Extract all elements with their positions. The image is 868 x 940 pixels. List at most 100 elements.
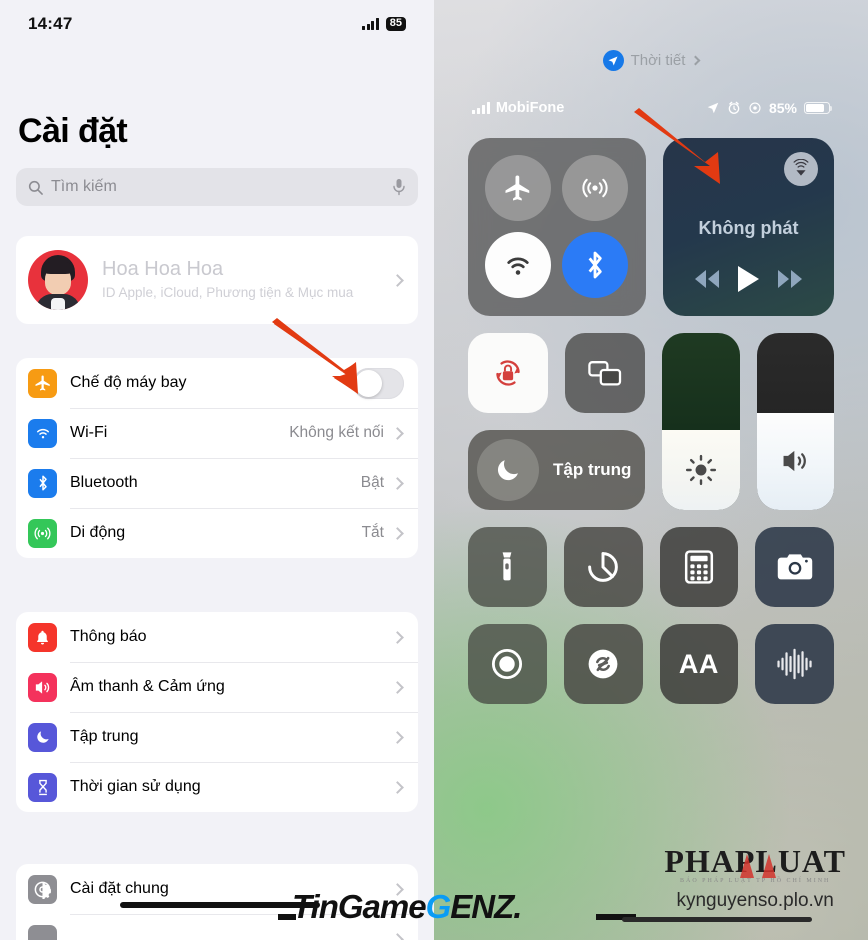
setting-label: Âm thanh & Cảm ứng [70,678,225,695]
bluetooth-button[interactable] [561,231,628,298]
control-center-pane: Thời tiết MobiFone 85% Không phát Tập tr… [434,0,868,940]
chevron-right-icon [391,426,404,440]
shazam-icon [588,649,618,679]
setting-value: Bật [360,474,384,491]
brightness-slider[interactable] [662,333,740,510]
setting-row-wifi[interactable]: Wi-Fi Không kết nối [16,408,418,458]
battery-icon [804,101,833,115]
microphone-icon[interactable] [392,178,406,196]
rotation-lock-icon [749,102,761,114]
chevron-right-icon [391,630,404,644]
cellular-data-button[interactable] [561,155,628,221]
search-placeholder: Tìm kiếm [51,178,117,195]
moon-icon [28,722,57,752]
cc-small-buttons [468,333,645,413]
connectivity-module [468,138,646,316]
watermark-tingamegenz: TinGameGENZ. [292,888,522,925]
settings-group-notifications: Thông báo Âm thanh & Cảm ứng Tập trung T… [16,612,418,812]
speaker-icon [28,672,57,702]
airplane-mode-button[interactable] [485,155,551,221]
setting-row-focus[interactable]: Tập trung [16,712,418,762]
cellular-icon [28,518,57,548]
battery-percent: 85% [768,100,797,116]
gear-icon [28,874,57,904]
status-bar: 14:47 85 [0,0,434,48]
home-indicator-right [622,917,812,922]
camera-icon [777,554,812,580]
timer-button[interactable] [563,527,643,607]
wifi-icon [28,418,57,448]
chevron-right-icon [391,730,404,744]
cc-row-3 [468,527,834,607]
timer-icon [588,552,618,582]
setting-value: Không kết nối [289,424,384,441]
chevron-right-icon [391,932,404,940]
focus-label: Tập trung [553,460,632,479]
screen-record-icon [492,648,523,680]
calculator-button[interactable] [659,527,739,607]
calculator-icon [684,550,713,584]
shazam-button[interactable] [563,624,643,704]
weather-label: Thời tiết [630,52,686,69]
setting-row-cellular[interactable]: Di động Tắt [16,508,418,558]
airplay-icon[interactable] [784,152,818,186]
text-size-label: AA [678,648,719,679]
account-row[interactable]: Hoa Hoa Hoa ID Apple, iCloud, Phương tiệ… [16,236,418,324]
bell-icon [28,622,57,652]
watermark-phapluat: PHAPLUAT BÁO PHÁP LUẬT TP HỒ CHÍ MINH ky… [664,845,846,912]
account-text: Hoa Hoa Hoa ID Apple, iCloud, Phương tiệ… [102,258,379,302]
volume-slider[interactable] [756,333,834,510]
cc-left-column: Tập trung [468,333,645,510]
setting-row-notifications[interactable]: Thông báo [16,612,418,662]
annotation-arrow-right [634,108,720,184]
focus-button[interactable]: Tập trung [468,430,645,510]
setting-label: Tập trung [70,728,139,745]
hourglass-icon [28,772,57,802]
home-indicator-left [120,902,320,908]
watermark-brand: PHAPLUAT [664,843,846,879]
setting-label: Di động [70,524,126,541]
account-subtitle: ID Apple, iCloud, Phương tiện & Mục mua [102,285,354,301]
setting-value: Tắt [361,524,384,541]
chevron-right-icon [690,55,701,66]
screen-mirroring-button[interactable] [565,333,645,413]
camera-button[interactable] [755,527,834,607]
account-name: Hoa Hoa Hoa [102,258,224,281]
brightness-icon [685,455,716,486]
page-title: Cài đặt [18,112,128,150]
setting-label: Thời gian sử dụng [70,778,201,795]
volume-icon [783,451,807,472]
search-icon [28,180,43,195]
rotation-lock-button[interactable] [468,333,548,413]
play-icon[interactable] [735,264,761,294]
signal-bars-icon [361,18,379,30]
text-size-button[interactable]: AA [659,624,739,704]
setting-row-sounds-haptics[interactable]: Âm thanh & Cảm ứng [16,662,418,712]
weather-widget[interactable]: Thời tiết [434,50,868,71]
flashlight-icon [503,552,512,581]
wifi-button[interactable] [485,231,551,298]
moon-icon [477,439,539,501]
flashlight-button[interactable] [468,527,547,607]
cc-row-4: AA [468,624,834,704]
watermark-url: kynguyenso.plo.vn [676,890,834,911]
carrier-group: MobiFone [472,100,564,116]
settings-app-pane: 14:47 85 Cài đặt Tìm kiếm Hoa Hoa Hoa ID… [0,0,434,940]
rewind-icon[interactable] [692,268,722,290]
airplane-icon [28,368,57,398]
rotation-lock-icon [496,360,520,386]
setting-row-screen-time[interactable]: Thời gian sử dụng [16,762,418,812]
chevron-right-icon [391,476,404,490]
voice-memos-button[interactable] [755,624,834,704]
fast-forward-icon[interactable] [775,268,805,290]
search-input[interactable]: Tìm kiếm [16,168,418,206]
status-bar-time: 14:47 [28,14,73,33]
control-center-icon [28,924,57,940]
screen-record-button[interactable] [468,624,547,704]
setting-label: Wi-Fi [70,424,108,441]
control-center-grid: Không phát Tập trung AA [468,138,834,704]
sound-wave-icon [777,648,812,680]
account-card[interactable]: Hoa Hoa Hoa ID Apple, iCloud, Phương tiệ… [16,236,418,324]
bluetooth-icon [28,468,57,498]
setting-row-bluetooth[interactable]: Bluetooth Bật [16,458,418,508]
